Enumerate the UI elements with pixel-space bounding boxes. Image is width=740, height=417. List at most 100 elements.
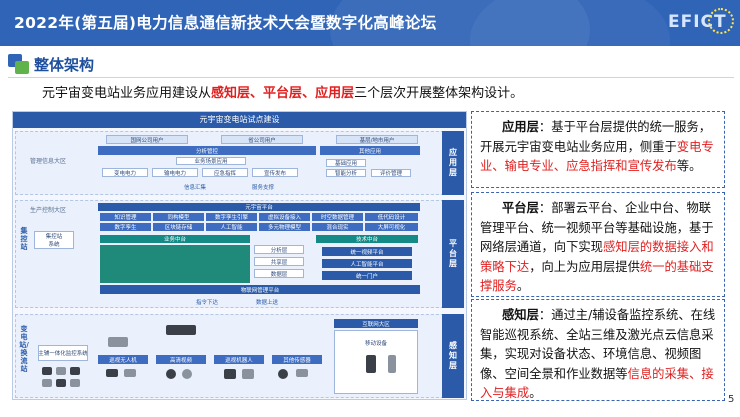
section-title: 整体架构 bbox=[34, 56, 95, 74]
tab-platform-layer: 平台层 bbox=[442, 200, 464, 308]
platform-item: 知识管理 bbox=[100, 213, 151, 221]
group-left-label: 集控站 bbox=[20, 227, 28, 251]
platform-item: 人工智能 bbox=[206, 223, 257, 231]
diagram-title: 元宇宙变电站试点建设 bbox=[13, 112, 466, 128]
server-icon bbox=[166, 325, 196, 335]
tab-label: 平台层 bbox=[449, 239, 457, 268]
platform-item: 低代码设计 bbox=[365, 213, 418, 221]
intro-sep: 、 bbox=[302, 86, 316, 101]
vr-device-icon bbox=[388, 355, 396, 373]
biz-layer-item: 数据层 bbox=[254, 269, 304, 278]
camera-icon bbox=[166, 369, 176, 379]
biz-layer-item: 共享层 bbox=[254, 257, 304, 266]
platform-item: 混合现实 bbox=[312, 223, 363, 231]
platform-item: 同构模型 bbox=[153, 213, 204, 221]
biz-center-title: 业务中台 bbox=[100, 235, 250, 243]
user-box: 基层/地市用户 bbox=[336, 135, 418, 144]
phone-icon bbox=[366, 355, 376, 373]
data-up-label: 数据上送 bbox=[256, 300, 279, 306]
service-support-label: 服务支撑 bbox=[252, 185, 275, 191]
device-label: 巡视机器人 bbox=[214, 355, 264, 364]
mobile-device-box: 移动设备 bbox=[334, 330, 418, 394]
panel-heading: 平台层 bbox=[502, 201, 539, 215]
internet-area-title: 互联网大区 bbox=[334, 319, 418, 328]
panel-text: 等。 bbox=[676, 159, 702, 173]
app-item: 基础应用 bbox=[326, 159, 366, 167]
tech-center-title: 技术中台 bbox=[316, 235, 418, 243]
platform-item: 数字孪生引擎 bbox=[206, 213, 257, 221]
platform-item: 数字孪生 bbox=[100, 223, 151, 231]
device-icon bbox=[42, 379, 52, 387]
intro-sep: 、 bbox=[250, 86, 264, 101]
other-apps-group: 其他应用 bbox=[320, 146, 420, 155]
device-icon bbox=[56, 379, 66, 387]
platform-layer-panel: 平台层：部署云平台、企业中台、物联管理平台、统一视频平台等基础设施，基于网络层通… bbox=[471, 192, 725, 297]
drone-icon bbox=[106, 369, 118, 377]
device-label: 巡视无人机 bbox=[98, 355, 148, 364]
app-item: 智能分析 bbox=[326, 169, 366, 177]
intro-text: 三个层次开展整体架构设计。 bbox=[354, 86, 524, 101]
platform-item: 区块链存储 bbox=[153, 223, 204, 231]
tech-item: 人工智能平台 bbox=[322, 259, 412, 268]
application-band: 管理信息大区 国网公司用户 省公司用户 基层/地市用户 分析管控 其他应用 业务… bbox=[15, 131, 464, 195]
tab-label: 感知层 bbox=[449, 341, 457, 370]
sensing-layer-panel: 感知层：通过主/辅设备监控系统、在线智能巡视系统、全站三维及激光点云信息采集，实… bbox=[471, 299, 725, 401]
device-label: 其他传感器 bbox=[272, 355, 322, 364]
camera-icon bbox=[182, 369, 192, 379]
app-item: 应急指挥 bbox=[202, 168, 248, 177]
tab-application-layer: 应用层 bbox=[442, 131, 464, 195]
architecture-diagram: 元宇宙变电站试点建设 管理信息大区 国网公司用户 省公司用户 基层/地市用户 分… bbox=[12, 111, 467, 400]
panel-heading: 应用层 bbox=[502, 120, 539, 134]
biz-center-grid bbox=[100, 245, 250, 283]
app-item: 宣传发布 bbox=[252, 168, 298, 177]
biz-scene-box: 业务场景应用 bbox=[176, 157, 246, 165]
robot-icon bbox=[242, 369, 254, 379]
tech-item: 统一视频平台 bbox=[322, 247, 412, 256]
mobile-label: 移动设备 bbox=[364, 341, 387, 347]
header-decoration bbox=[470, 0, 670, 46]
app-item: 变电电力 bbox=[102, 168, 148, 177]
sensor-icon bbox=[278, 369, 288, 379]
sensing-band: 变电站/换流站 主辅一体化监控系统 巡视无人机 高清视频 巡视机器人 其他传感器… bbox=[15, 314, 464, 398]
section-divider bbox=[8, 77, 734, 78]
cmd-down-label: 指令下达 bbox=[196, 300, 219, 306]
panel-text: 。 bbox=[529, 386, 542, 400]
efict-logo: EFICT bbox=[668, 8, 734, 38]
device-icon bbox=[70, 379, 80, 387]
application-layer-panel: 应用层：基于平台层提供的统一服务，开展元宇宙变电站业务应用，侧重于变电专业、输电… bbox=[471, 111, 725, 188]
band-label-mgmt: 管理信息大区 bbox=[30, 158, 67, 165]
app-item: 输电电力 bbox=[152, 168, 198, 177]
info-flow-label: 信息汇集 bbox=[184, 185, 207, 191]
logo-ring-icon bbox=[708, 8, 734, 34]
tab-label: 应用层 bbox=[449, 148, 457, 177]
platform-item: 多元物理模型 bbox=[259, 223, 310, 231]
header-bar: 2022年(第五届)电力信息通信新技术大会暨数字化高峰论坛 EFICT bbox=[0, 0, 740, 46]
biz-layer-item: 分析层 bbox=[254, 245, 304, 254]
user-box: 省公司用户 bbox=[221, 135, 303, 144]
drone-icon bbox=[108, 337, 128, 347]
device-label: 高清视频 bbox=[156, 355, 206, 364]
panel-text: ，向上为应用层提供 bbox=[529, 259, 640, 274]
intro-text: 元宇宙变电站业务应用建设从 bbox=[42, 86, 212, 101]
platform-item: 虚拟设备接入 bbox=[259, 213, 310, 221]
analysis-group: 分析管控 bbox=[98, 146, 316, 155]
metaverse-platform-title: 元宇宙平台 bbox=[98, 203, 420, 211]
platform-item: 时空数据管理 bbox=[312, 213, 363, 221]
tech-item: 统一门户 bbox=[322, 271, 412, 280]
page-title: 2022年(第五届)电力信息通信新技术大会暨数字化高峰论坛 bbox=[14, 14, 437, 32]
panel-text: 。 bbox=[516, 279, 530, 293]
page-number: 5 bbox=[728, 394, 735, 405]
intro-sentence: 元宇宙变电站业务应用建设从感知层、平台层、应用层三个层次开展整体架构设计。 bbox=[42, 82, 523, 101]
robot-icon bbox=[224, 369, 236, 379]
band-label-vtrans: 变电站/换流站 bbox=[19, 325, 29, 373]
panel-heading: 感知层 bbox=[502, 308, 539, 322]
device-icon bbox=[70, 367, 80, 375]
tab-sensing-layer: 感知层 bbox=[442, 314, 464, 398]
section-bullet-icon bbox=[8, 54, 30, 74]
platform-item: 大屏可视化 bbox=[365, 223, 418, 231]
central-station-box: 集控站 系统 bbox=[34, 231, 74, 249]
sensor-icon bbox=[296, 369, 308, 377]
platform-band: 生产控制大区 集控站 集控站 系统 元宇宙平台 知识管理 同构模型 数字孪生引擎 … bbox=[15, 200, 464, 308]
user-box: 国网公司用户 bbox=[106, 135, 188, 144]
device-icon bbox=[56, 367, 66, 375]
